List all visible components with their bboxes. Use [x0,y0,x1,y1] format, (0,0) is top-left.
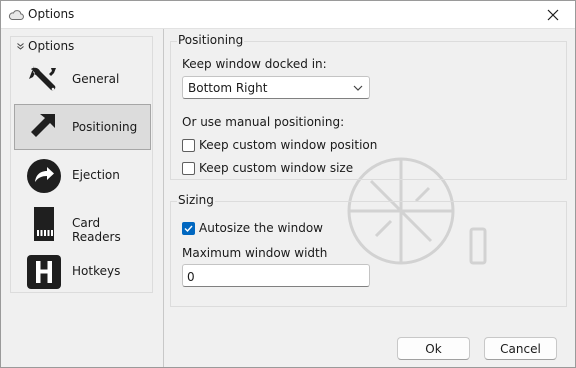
keep-size-checkbox-row[interactable]: Keep custom window size [182,159,353,177]
positioning-group: Positioning Keep window docked in: Botto… [170,33,567,180]
keep-size-label: Keep custom window size [199,161,354,175]
sidebar-item-positioning[interactable]: Positioning [14,104,151,150]
window-title: Options [28,7,75,21]
sidebar-item-label: General [72,72,120,86]
hotkey-h-icon [27,255,61,289]
max-width-input-field[interactable] [183,265,369,286]
autosize-checkbox-row[interactable]: Autosize the window [182,219,323,237]
sidebar-item-label: Card Readers [72,216,121,244]
sidebar-item-general[interactable]: General [14,56,151,102]
sidebar-header[interactable]: Options [16,38,74,54]
arrow-up-left-icon [31,114,55,137]
options-sidebar: Options General Positioning Ejection Car… [10,36,153,293]
keep-position-label: Keep custom window position [199,138,378,152]
sidebar-item-ejection[interactable]: Ejection [14,152,151,198]
sizing-group-title: Sizing [177,193,215,207]
ok-button[interactable]: Ok [397,337,470,360]
sidebar-item-label: Positioning [72,120,138,134]
panel-divider [163,29,164,367]
sidebar-item-label: Hotkeys [72,264,121,278]
chevron-down-icon [353,85,363,91]
close-button[interactable] [531,1,575,28]
sizing-group: Sizing Autosize the window Maximum windo… [170,193,567,307]
sidebar-header-label: Options [28,39,75,53]
sd-card-icon [34,207,54,241]
keep-position-checkbox-row[interactable]: Keep custom window position [182,136,377,154]
cancel-button[interactable]: Cancel [484,337,557,360]
docked-label: Keep window docked in: [182,57,327,71]
sidebar-item-hotkeys[interactable]: Hotkeys [14,248,151,294]
docked-position-select[interactable]: Bottom Right [182,76,370,99]
options-window: Options Options General Positioning Ejec… [0,0,576,368]
title-bar[interactable]: Options [1,1,575,29]
manual-positioning-label: Or use manual positioning: [182,115,345,129]
wrench-icon [29,66,56,91]
positioning-group-title: Positioning [177,33,245,47]
autosize-label: Autosize the window [199,221,323,235]
sidebar-item-label: Ejection [72,168,120,182]
docked-position-value: Bottom Right [188,81,268,95]
max-width-label: Maximum window width [182,246,328,260]
checkmark-icon [184,225,193,232]
keep-position-checkbox[interactable] [182,138,195,152]
autosize-checkbox[interactable] [182,221,195,235]
collapse-chevron-icon[interactable] [16,42,25,51]
cloud-app-icon [8,10,24,20]
keep-size-checkbox[interactable] [182,161,195,175]
eject-arrow-icon [27,159,61,193]
sidebar-item-card-readers[interactable]: Card Readers [14,200,151,246]
close-icon [547,9,559,20]
max-width-input[interactable] [182,264,370,287]
